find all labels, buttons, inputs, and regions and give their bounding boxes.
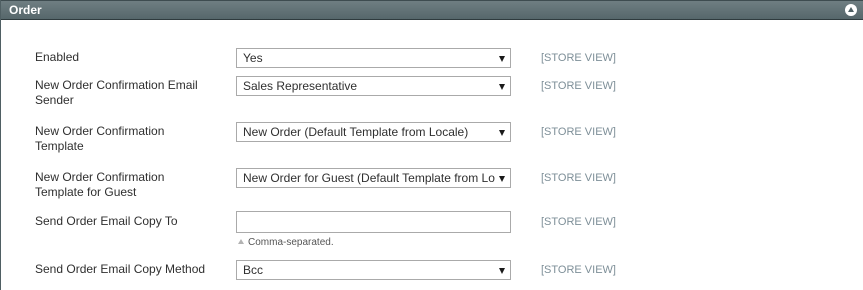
dropdown-arrow-icon [499,56,505,62]
enabled-select-value: Yes [243,51,263,65]
copy-method-select[interactable]: Bcc [236,260,511,280]
email-sender-select[interactable]: Sales Representative [236,76,511,96]
scope-label: [STORE VIEW] [541,126,616,138]
email-sender-select-value: Sales Representative [243,79,358,93]
field-label-email-sender: New Order Confirmation Email Sender [35,78,198,107]
note-arrow-icon [238,239,244,244]
guest-template-select[interactable]: New Order for Guest (Default Template fr… [236,168,511,188]
scope-label: [STORE VIEW] [541,172,616,184]
copy-method-select-value: Bcc [243,263,264,277]
dropdown-arrow-icon [499,268,505,274]
dropdown-arrow-icon [499,84,505,90]
section-header[interactable]: Order [1,0,863,20]
field-label-copy-method: Send Order Email Copy Method [35,262,206,276]
confirmation-template-select[interactable]: New Order (Default Template from Locale) [236,122,511,142]
chevron-up-icon[interactable] [845,4,857,16]
scope-label: [STORE VIEW] [541,52,616,64]
section-title: Order [9,3,42,17]
section-content: Enabled Yes [STORE VIEW] New Order Confi… [1,20,863,290]
scope-label: [STORE VIEW] [541,264,616,276]
dropdown-arrow-icon [499,130,505,136]
copy-to-input[interactable] [236,211,511,233]
field-label-confirmation-template: New Order Confirmation Template [35,124,165,153]
field-label-guest-template: New Order Confirmation Template for Gues… [35,170,165,199]
scope-label: [STORE VIEW] [541,80,616,92]
dropdown-arrow-icon [499,176,505,182]
field-note-text: Comma-separated. [248,237,334,248]
enabled-select[interactable]: Yes [236,48,511,68]
confirmation-template-select-value: New Order (Default Template from Locale) [243,125,469,139]
order-config-section: Order Enabled Yes [STORE VIEW] New Order… [0,0,863,290]
field-label-enabled: Enabled [35,50,80,64]
scope-label: [STORE VIEW] [541,216,616,228]
guest-template-select-value: New Order for Guest (Default Template fr… [243,171,495,185]
field-label-copy-to: Send Order Email Copy To [35,214,178,228]
field-note: Comma-separated. [238,237,334,249]
